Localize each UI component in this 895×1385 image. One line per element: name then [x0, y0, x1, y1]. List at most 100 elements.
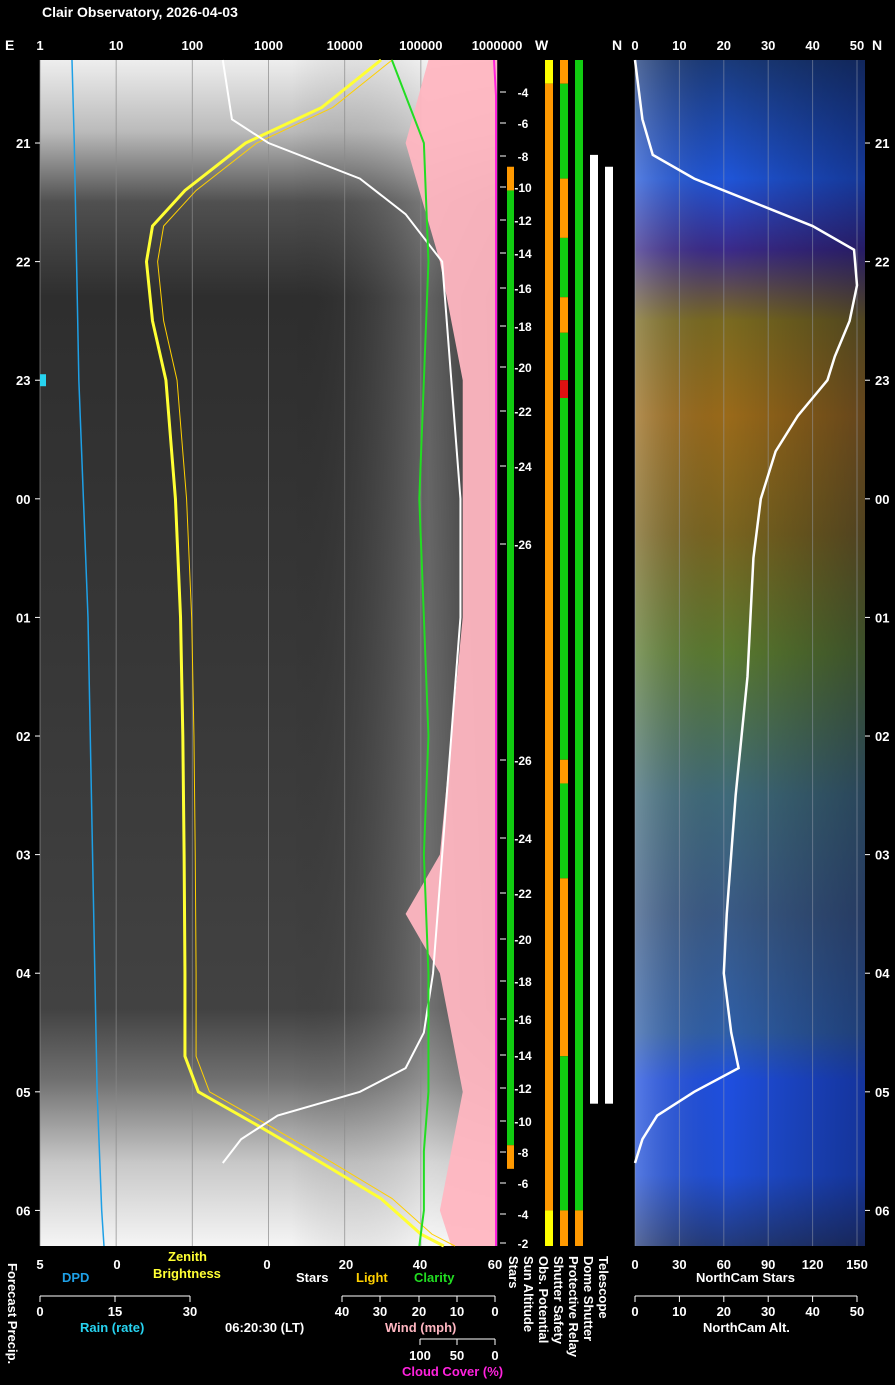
time-tick-label: 00 — [875, 492, 889, 507]
status-segment — [507, 190, 514, 1146]
northcam-top-tick: 20 — [717, 38, 731, 53]
time-tick-label: 22 — [875, 255, 889, 270]
vertical-column-label: Telescope — [596, 1256, 611, 1319]
time-tick-label: 01 — [875, 610, 889, 625]
status-segment — [560, 237, 568, 298]
time-tick-label: 23 — [16, 373, 30, 388]
top-tick-label: 1000 — [254, 38, 283, 53]
status-segment — [575, 60, 583, 1211]
time-tick-label: 05 — [16, 1085, 30, 1100]
observatory-chart: Clair Observatory, 2026-04-03 1 10 100 1000… — [5, 4, 890, 1379]
status-segment — [560, 1056, 568, 1211]
zenith-label-2: Brightness — [153, 1266, 221, 1281]
sun-tick-label: -6 — [518, 1177, 529, 1191]
status-segment — [545, 60, 553, 84]
status-segment — [545, 1210, 553, 1246]
top-tick-label: 100000 — [399, 38, 442, 53]
bottom-tick-label: 30 — [183, 1304, 197, 1319]
northcam-stars-tick: 120 — [802, 1257, 824, 1272]
sun-tick-label: -22 — [514, 405, 532, 419]
bottom-tick-label: 40 — [335, 1304, 349, 1319]
northcam-alt-tick: 40 — [805, 1304, 819, 1319]
bottom-tick-label: 40 — [413, 1257, 427, 1272]
top-tick-label: 1000000 — [472, 38, 523, 53]
northcam-stars-tick: 0 — [631, 1257, 638, 1272]
status-segment — [560, 60, 568, 84]
sun-tick-label: -18 — [514, 320, 532, 334]
time-tick-label: 23 — [875, 373, 889, 388]
sun-altitude-column: -4 -6 -8 -10 -12 -14 -16 -18 -20 -22 -24 -26 -26 -24 -… — [500, 86, 532, 1251]
sun-tick-label: -2 — [518, 1237, 529, 1251]
sun-tick-label: -20 — [514, 361, 532, 375]
time-tick-label: 02 — [875, 729, 889, 744]
northcam-alt-tick: 50 — [850, 1304, 864, 1319]
time-tick-label: 00 — [16, 492, 30, 507]
cloud-tick-label: 100 — [409, 1348, 431, 1363]
top-tick-label: 1 — [36, 38, 43, 53]
status-segment — [560, 178, 568, 238]
status-segment — [560, 878, 568, 1057]
sun-tick-label: -26 — [514, 754, 532, 768]
northcam-stars-label: NorthCam Stars — [696, 1270, 795, 1285]
time-tick-label: 21 — [875, 136, 889, 151]
northcam-panel: 0 10 20 30 40 500 30 60 90 120 1500 10 20 30 40 50 — [631, 38, 867, 1319]
stars-label: Stars — [296, 1270, 329, 1285]
bottom-tick-label: 60 — [488, 1257, 502, 1272]
northcam-alt-tick: 20 — [717, 1304, 731, 1319]
status-segment — [560, 1210, 568, 1246]
sun-tick-label: -6 — [518, 117, 529, 131]
sun-tick-label: -8 — [518, 150, 529, 164]
sun-tick-label: -16 — [514, 1013, 532, 1027]
sun-tick-label: -4 — [518, 1208, 529, 1222]
vertical-column-label: Protective Relay — [566, 1256, 581, 1358]
timestamp: 06:20:30 (LT) — [225, 1320, 304, 1335]
rain-label: Rain (rate) — [80, 1320, 144, 1335]
bottom-tick-label: 0 — [263, 1257, 270, 1272]
status-segment — [560, 83, 568, 179]
time-tick-label: 02 — [16, 729, 30, 744]
vertical-column-label: Obs. Potential — [536, 1256, 551, 1343]
status-segment — [507, 1168, 514, 1246]
status-segment — [560, 398, 568, 760]
sun-tick-label: -22 — [514, 887, 532, 901]
rain-marker — [40, 374, 46, 387]
northcam-top-tick: 0 — [631, 38, 638, 53]
time-tick-label: 06 — [875, 1203, 889, 1218]
sun-tick-label: -4 — [518, 86, 529, 100]
northcam-alt-tick: 10 — [672, 1304, 686, 1319]
north-label-right: N — [872, 37, 882, 53]
sun-tick-label: -24 — [514, 460, 532, 474]
sun-tick-label: -14 — [514, 1049, 532, 1063]
cloud-tick-label: 0 — [491, 1348, 498, 1363]
bottom-tick-label: 0 — [113, 1257, 120, 1272]
bottom-tick-label: 5 — [36, 1257, 43, 1272]
clarity-label: Clarity — [414, 1270, 455, 1285]
bottom-tick-label: 20 — [412, 1304, 426, 1319]
status-columns — [507, 60, 613, 1246]
cloud-label: Cloud Cover (%) — [402, 1364, 503, 1379]
time-tick-label: 03 — [16, 848, 30, 863]
bottom-tick-label: 15 — [108, 1304, 122, 1319]
light-label: Light — [356, 1270, 388, 1285]
dpd-label: DPD — [62, 1270, 89, 1285]
top-tick-label: 10000 — [327, 38, 363, 53]
east-label: E — [5, 37, 14, 53]
northcam-alt-tick: 0 — [631, 1304, 638, 1319]
status-segment — [575, 1210, 583, 1246]
vertical-column-label: Sun Altitude — [521, 1256, 536, 1332]
sun-tick-label: -10 — [514, 181, 532, 195]
sun-tick-label: -18 — [514, 975, 532, 989]
time-tick-label: 22 — [16, 255, 30, 270]
northcam-stars-tick: 150 — [846, 1257, 868, 1272]
time-tick-label: 06 — [16, 1203, 30, 1218]
time-tick-label: 01 — [16, 610, 30, 625]
north-label-left: N — [612, 37, 622, 53]
northcam-top-tick: 30 — [761, 38, 775, 53]
time-tick-label: 04 — [16, 966, 31, 981]
top-axis-log: 1 10 100 1000 10000 100000 1000000 — [36, 38, 522, 53]
northcam-shade — [635, 60, 865, 1246]
sun-tick-label: -8 — [518, 1146, 529, 1160]
cloud-tick-label: 50 — [450, 1348, 464, 1363]
status-segment — [590, 154, 598, 1104]
status-segment — [560, 759, 568, 784]
